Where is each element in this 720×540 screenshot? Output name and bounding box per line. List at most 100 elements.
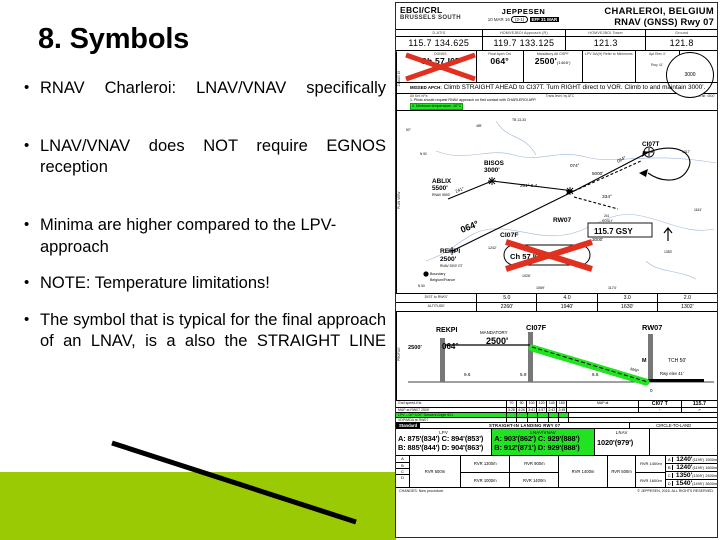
distance-value: 2.0	[683, 295, 692, 302]
distance-strip-label: DIST to RW07	[396, 294, 478, 303]
briefing-cell-label: LPV DA(H) Refer to Minimums	[585, 52, 633, 56]
frequency-header-row: D-ATIS HOMVEJBOI Approach (R) HOMVEJBOI …	[396, 30, 717, 37]
rvr-cell: RVR 900m	[510, 456, 559, 473]
list-item: • LNAV/VNAV does NOT require EGNOS recep…	[24, 136, 386, 200]
vor-ident: CI07 T	[639, 401, 682, 408]
svg-text:459': 459'	[476, 124, 482, 128]
svg-text:RNAV 2500' GT: RNAV 2500' GT	[440, 264, 463, 268]
profile-course: 064°	[442, 342, 459, 351]
list-item-label: Minima are higher compared to the LPV-ap…	[40, 216, 337, 256]
speed-cell: 140	[547, 401, 558, 408]
svg-text:0: 0	[650, 388, 653, 393]
table-row: A 1240'(1199') 1500m	[666, 456, 717, 465]
plan-view: PLAN VIEW ABLIX 5500' RNAV 5500' BISOS 3…	[396, 111, 717, 295]
vor-frequency: 115.7	[692, 401, 706, 408]
speed-cell	[559, 418, 570, 423]
list-item-label: RNAV Charleroi: LNAV/VNAV specifically	[40, 79, 386, 97]
speed-cell	[507, 418, 518, 423]
freq-value: 121.8	[669, 38, 694, 48]
svg-text:N 50: N 50	[420, 152, 427, 156]
briefing-cell-value: Ch 57 I07	[420, 56, 461, 67]
bullet-marker: •	[24, 216, 30, 234]
speed-cell	[528, 413, 539, 418]
rvr-cell: RVR 500m	[410, 456, 462, 488]
svg-text:1069': 1069'	[536, 286, 545, 290]
slide-content-column: 8. Symbols • RNAV Charleroi: LNAV/VNAV s…	[0, 0, 390, 540]
descent-speed-table: Gnd speed-Kts 70 90 100 120 140 160 MAP …	[396, 401, 717, 424]
speed-cell: 3:41	[527, 408, 538, 413]
chart-title-block: CHARLEROI, BELGIUM RNAV (GNSS) Rwy 07	[586, 6, 714, 27]
speed-cell-blank	[569, 418, 717, 422]
chart-dateline: 10 MAR 16 (2-1) EFF 31 MAR	[461, 16, 586, 23]
distance-value: 5.0	[477, 294, 538, 303]
chart-header: EBCI/CRL BRUSSELS SOUTH JEPPESEN 10 MAR …	[396, 3, 717, 30]
rvr-cell: RVR 1400m	[559, 456, 608, 488]
svg-text:1174': 1174'	[608, 286, 617, 290]
svg-text:064°: 064°	[616, 155, 627, 164]
distance-value: 4.0	[537, 294, 598, 303]
profile-view-graphic: REKPI 2500' 064° MANDATORY 2500' CI07F R…	[408, 323, 714, 393]
minimums-value: B: 912'(871') D: 929'(888')	[494, 443, 580, 453]
straight-line-annotation	[111, 440, 357, 525]
profile-fix-ci07f: CI07F	[526, 323, 547, 332]
speed-cell-blank	[567, 408, 639, 413]
speed-cell	[559, 413, 570, 418]
missed-approach-text: MISSED APCH: Climb STRAIGHT AHEAD to CI3…	[396, 82, 717, 93]
speed-row-label: LPV – GP 3.00° Descent Angle 521	[396, 413, 507, 418]
svg-text:9.6: 9.6	[464, 372, 471, 377]
speed-cell: 2:45	[557, 408, 568, 413]
speed-cell	[517, 418, 528, 423]
svg-text:TB 13-33: TB 13-33	[512, 118, 526, 122]
chart-brand-block: JEPPESEN 10 MAR 16 (2-1) EFF 31 MAR	[461, 7, 586, 23]
speed-cell-blank	[569, 413, 717, 418]
list-item-label: NOTE: Temperature limitations!	[40, 274, 270, 293]
chart-copyright: © JEPPESEN, 2016. ALL RIGHTS RESERVED.	[637, 489, 714, 494]
speed-cell	[507, 413, 518, 418]
chart-footer: CHANGES: New procedure. © JEPPESEN, 2016…	[396, 488, 717, 494]
freq-col-header: HOMVEJBOI Approach (R)	[483, 30, 567, 36]
bullet-marker: •	[24, 79, 30, 96]
altitude-strip-row: ALTITUDE 2260' 1940' 1630' 1302'	[396, 303, 717, 313]
svg-text:Belgium/France: Belgium/France	[430, 278, 455, 282]
speed-cell	[528, 418, 539, 423]
svg-text:1353': 1353'	[664, 250, 673, 254]
mandatory-alt: 2500'	[486, 336, 508, 346]
minimums-col-ctl	[650, 429, 717, 455]
svg-text:MAP: MAP	[630, 367, 640, 374]
minimums-col-title: LNAV	[615, 430, 628, 436]
briefing-cell-value: 064°	[490, 56, 509, 67]
minimums-col-lnav: LNAV 1020'(979')	[595, 429, 650, 456]
ctl-values: 1540'(1499') 3600m	[675, 480, 717, 488]
svg-text:261° 6.4: 261° 6.4	[520, 183, 538, 188]
jeppesen-approach-chart: EBCI/CRL BRUSSELS SOUTH JEPPESEN 10 MAR …	[395, 2, 718, 538]
chart-effective: EFF 31 MAR	[529, 17, 560, 22]
list-item-label: The symbol that is typical for the final…	[40, 310, 386, 350]
minimums-value: 1020'(979')	[597, 438, 634, 448]
altitude-value: 1302'	[681, 304, 694, 311]
chart-note-2: 2. Minimum temperature -10°C	[410, 103, 464, 111]
vor-ident-box: 115.7 GSY	[594, 227, 633, 236]
circle-to-land-label: CIRCLE-TO-LAND	[629, 423, 717, 429]
minimums-value: B: 885'(844') D: 904'(863')	[398, 443, 484, 453]
rvr-col-lnav: RVR 1400m RVR 1600m	[636, 456, 667, 488]
vor-sub-icon: ↗	[697, 408, 701, 413]
svg-text:N 50: N 50	[418, 284, 425, 288]
airport-name: BRUSSELS SOUTH	[400, 14, 461, 21]
briefing-cell-label: Apt Elev 4'	[648, 52, 666, 56]
minimums-values-row: LPV A: 875'(834') C: 894'(853') B: 885'(…	[396, 429, 717, 457]
table-row: Gnd speed-Kts 70 90 100 120 140 160 MAP …	[396, 401, 717, 409]
svg-text:50°: 50°	[406, 128, 412, 132]
altitude-strip-label: ALTITUDE	[396, 303, 478, 312]
briefing-cell-value: 2500'(1465')	[534, 56, 571, 67]
standard-badge: Standard	[396, 423, 421, 429]
boundary-note: Boundary	[430, 272, 446, 276]
freq-col-header: D-ATIS	[396, 30, 483, 36]
profile-fix-rekpi: REKPI	[436, 327, 457, 334]
vor-arrow-icon: ↑	[639, 408, 682, 413]
rvr-table: A B C D RVR 500m RVR 1300m RVR 1000m RVR…	[396, 456, 717, 489]
missed-approach-body: Climb STRAIGHT AHEAD to CI37T. Turn RIGH…	[443, 84, 706, 91]
crossed-dme-box: Ch 57 I07 A	[503, 239, 593, 273]
rvr-cell: RVR 1000m	[473, 477, 497, 483]
category-label: D	[400, 475, 404, 481]
waypoint-ablix: ABLIX	[432, 178, 452, 185]
